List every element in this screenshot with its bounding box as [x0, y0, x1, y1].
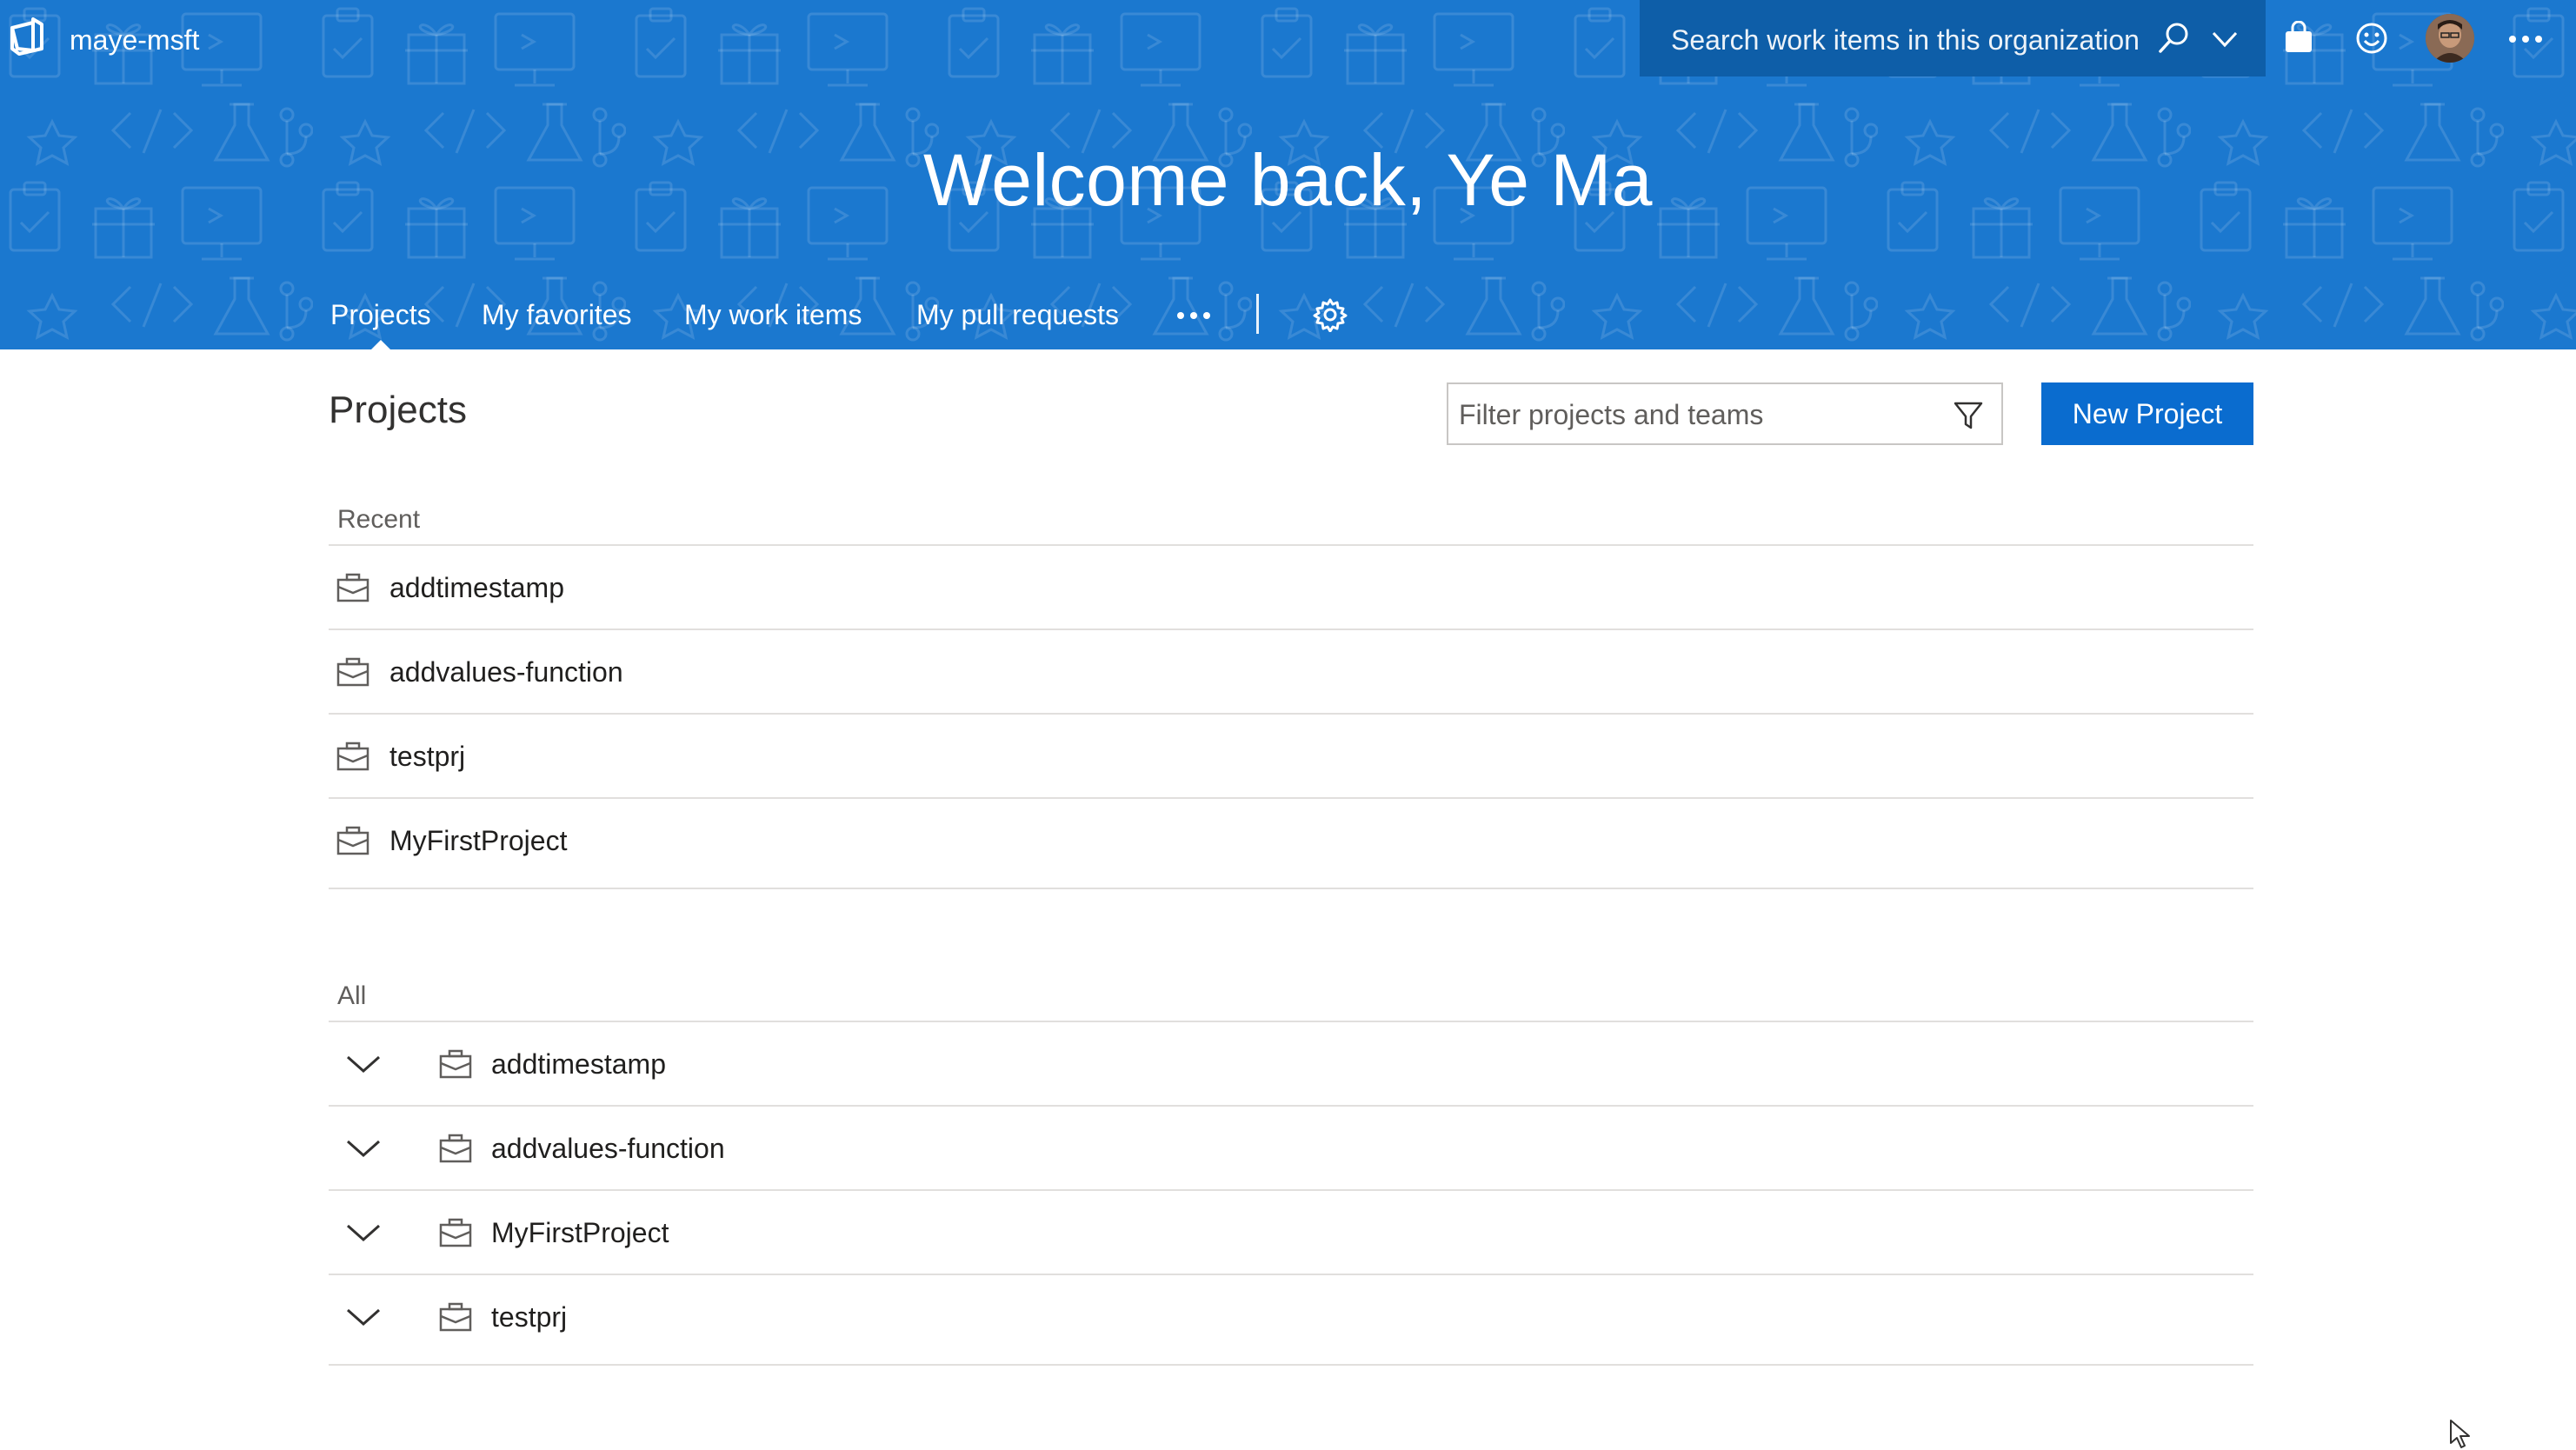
- search-icon[interactable]: [2156, 21, 2191, 56]
- marketplace-bag-icon[interactable]: [2281, 21, 2316, 56]
- all-project-row[interactable]: addvalues-function: [329, 1107, 2253, 1191]
- tab-projects[interactable]: Projects: [330, 290, 431, 349]
- mouse-cursor-icon: [2450, 1420, 2470, 1448]
- more-options-icon[interactable]: [2504, 26, 2547, 52]
- project-briefcase-icon: [439, 1134, 472, 1163]
- project-briefcase-icon: [336, 826, 369, 855]
- recent-project-row[interactable]: MyFirstProject: [329, 799, 2253, 889]
- project-name[interactable]: testprj: [389, 735, 465, 777]
- welcome-heading: Welcome back, Ye Ma: [922, 139, 1654, 221]
- project-briefcase-icon: [439, 1049, 472, 1079]
- ellipsis-icon[interactable]: [1172, 304, 1215, 327]
- page-title: Projects: [329, 389, 467, 431]
- nav-divider: [1256, 294, 1259, 334]
- project-briefcase-icon: [336, 742, 369, 771]
- recent-section-label: Recent: [337, 505, 421, 534]
- project-name[interactable]: addtimestamp: [491, 1043, 666, 1085]
- chevron-down-icon[interactable]: [344, 1303, 383, 1329]
- tab-my-favorites[interactable]: My favorites: [482, 290, 631, 339]
- avatar-image: [2426, 14, 2474, 63]
- all-project-row[interactable]: testprj: [329, 1275, 2253, 1366]
- azure-devops-logo-icon[interactable]: [5, 16, 50, 61]
- main-content: Projects Filter projects and teams New P…: [329, 349, 2253, 1449]
- project-briefcase-icon: [439, 1302, 472, 1332]
- recent-project-row[interactable]: addvalues-function: [329, 630, 2253, 715]
- project-name[interactable]: addtimestamp: [389, 567, 564, 609]
- project-briefcase-icon: [336, 573, 369, 602]
- recent-project-row[interactable]: testprj: [329, 715, 2253, 799]
- project-briefcase-icon: [439, 1218, 472, 1247]
- top-bar: maye-msft Search work items in this orga…: [0, 0, 2576, 80]
- filter-placeholder[interactable]: Filter projects and teams: [1459, 395, 1763, 435]
- header-banner: maye-msft Search work items in this orga…: [0, 0, 2576, 349]
- chevron-down-icon[interactable]: [344, 1134, 383, 1161]
- filter-icon[interactable]: [1953, 400, 1984, 431]
- chevron-down-icon[interactable]: [2210, 24, 2240, 54]
- all-section-label: All: [337, 981, 367, 1010]
- gear-icon[interactable]: [1313, 297, 1348, 332]
- project-name[interactable]: addvalues-function: [389, 651, 623, 693]
- all-project-row[interactable]: addtimestamp: [329, 1022, 2253, 1107]
- project-name[interactable]: testprj: [491, 1296, 567, 1338]
- all-project-row[interactable]: MyFirstProject: [329, 1191, 2253, 1275]
- search-input[interactable]: Search work items in this organization: [1640, 0, 2266, 76]
- project-name[interactable]: MyFirstProject: [491, 1212, 669, 1254]
- smiley-feedback-icon[interactable]: [2354, 21, 2389, 56]
- tab-my-work-items[interactable]: My work items: [684, 290, 862, 339]
- chevron-down-icon[interactable]: [344, 1050, 383, 1076]
- new-project-button[interactable]: New Project: [2041, 382, 2253, 445]
- search-placeholder[interactable]: Search work items in this organization: [1671, 21, 2140, 59]
- project-briefcase-icon: [336, 657, 369, 687]
- project-name[interactable]: addvalues-function: [491, 1127, 725, 1169]
- chevron-down-icon[interactable]: [344, 1219, 383, 1245]
- filter-projects-input[interactable]: Filter projects and teams: [1447, 382, 2003, 445]
- recent-project-row[interactable]: addtimestamp: [329, 546, 2253, 630]
- tab-my-pull-requests[interactable]: My pull requests: [916, 290, 1119, 339]
- organization-name[interactable]: maye-msft: [70, 21, 199, 59]
- project-name[interactable]: MyFirstProject: [389, 820, 567, 861]
- user-avatar[interactable]: [2426, 14, 2474, 63]
